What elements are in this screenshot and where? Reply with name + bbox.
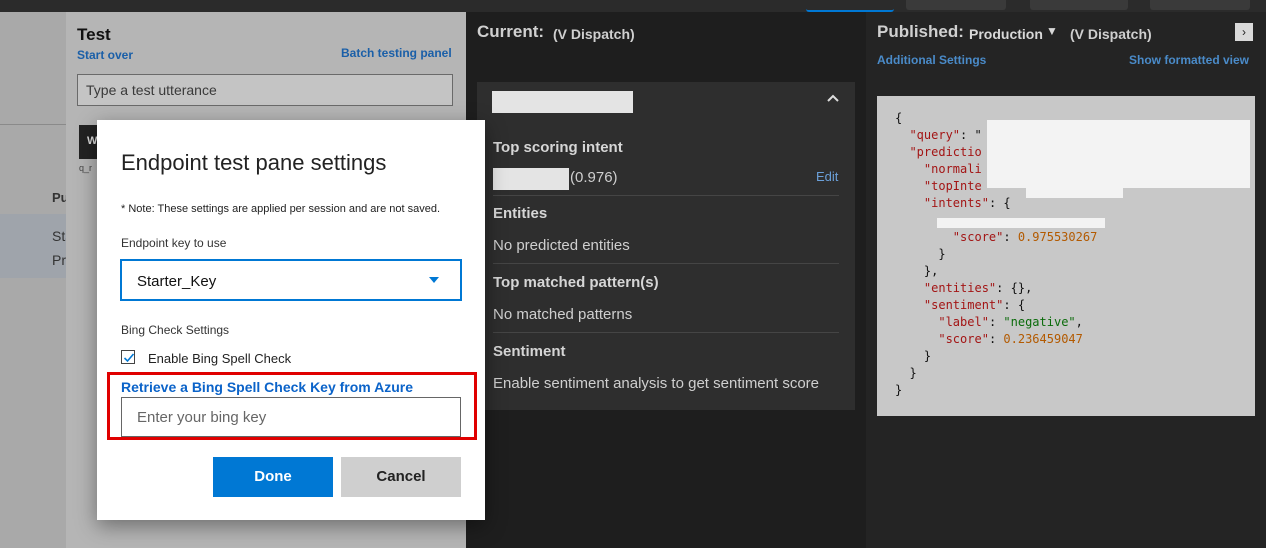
redacted-block (937, 218, 1105, 228)
start-over-link[interactable]: Start over (77, 48, 133, 62)
endpoint-key-value: Starter_Key (137, 273, 217, 290)
patterns-text: No matched patterns (493, 306, 633, 323)
show-formatted-view-link[interactable]: Show formatted view (1129, 53, 1249, 67)
utterance-chip[interactable]: W (79, 125, 99, 159)
divider (493, 332, 839, 333)
top-tab[interactable] (1030, 0, 1128, 10)
enable-bing-checkbox[interactable] (121, 350, 135, 364)
caret-down-icon[interactable]: ▼ (1046, 24, 1058, 38)
inspect-card: Top scoring intent (0.976) Edit Entities… (477, 82, 855, 410)
dialog-note: * Note: These settings are applied per s… (121, 203, 440, 215)
divider (493, 263, 839, 264)
background-page: Pu Sta Pr (0, 12, 73, 548)
table-row[interactable] (0, 214, 66, 278)
dialog-title: Endpoint test pane settings (121, 150, 387, 175)
endpoint-key-dropdown[interactable]: Starter_Key (120, 259, 462, 301)
bing-settings-label: Bing Check Settings (121, 323, 230, 337)
published-version: (V Dispatch) (1070, 26, 1152, 42)
test-utterance-input[interactable] (77, 74, 453, 106)
chevron-up-icon[interactable] (827, 90, 839, 106)
test-panel-title: Test (77, 25, 111, 44)
redacted-block (1026, 188, 1123, 198)
redacted-utterance (492, 91, 633, 113)
utterance-caption: q_r (79, 163, 93, 173)
cancel-button[interactable]: Cancel (341, 457, 461, 497)
published-heading: Published: (877, 22, 964, 41)
intent-score: (0.976) (570, 169, 618, 186)
additional-settings-link[interactable]: Additional Settings (877, 53, 986, 67)
done-button[interactable]: Done (213, 457, 333, 497)
sentiment-heading: Sentiment (493, 343, 566, 360)
top-tab[interactable] (1150, 0, 1250, 10)
divider (0, 124, 66, 125)
current-version: (V Dispatch) (553, 26, 635, 42)
enable-bing-label: Enable Bing Spell Check (148, 351, 292, 366)
batch-testing-link[interactable]: Batch testing panel (341, 46, 452, 60)
row-text: Pr (52, 252, 66, 268)
top-scoring-intent-heading: Top scoring intent (493, 139, 623, 156)
endpoint-key-label: Endpoint key to use (121, 236, 227, 250)
edit-link[interactable]: Edit (816, 169, 838, 184)
entities-heading: Entities (493, 205, 548, 222)
sentiment-text: Enable sentiment analysis to get sentime… (493, 375, 820, 392)
entities-text: No predicted entities (493, 237, 630, 254)
json-response: { "query": " "predictio "normali "topInt… (877, 96, 1255, 416)
highlight-box (107, 372, 477, 440)
expand-icon[interactable]: › (1235, 23, 1253, 41)
checkmark-icon (123, 353, 135, 363)
redacted-block (987, 120, 1250, 188)
environment-dropdown[interactable]: Production (969, 26, 1043, 42)
top-bar (0, 0, 1266, 12)
endpoint-settings-dialog: Endpoint test pane settings * Note: Thes… (97, 120, 485, 520)
caret-down-icon (429, 277, 439, 283)
top-tab-active[interactable] (806, 0, 894, 12)
current-heading: Current: (477, 22, 545, 41)
patterns-heading: Top matched pattern(s) (493, 274, 659, 291)
redacted-intent (493, 168, 569, 190)
divider (493, 195, 839, 196)
chip-text: W (87, 135, 98, 147)
top-tab[interactable] (906, 0, 1006, 10)
